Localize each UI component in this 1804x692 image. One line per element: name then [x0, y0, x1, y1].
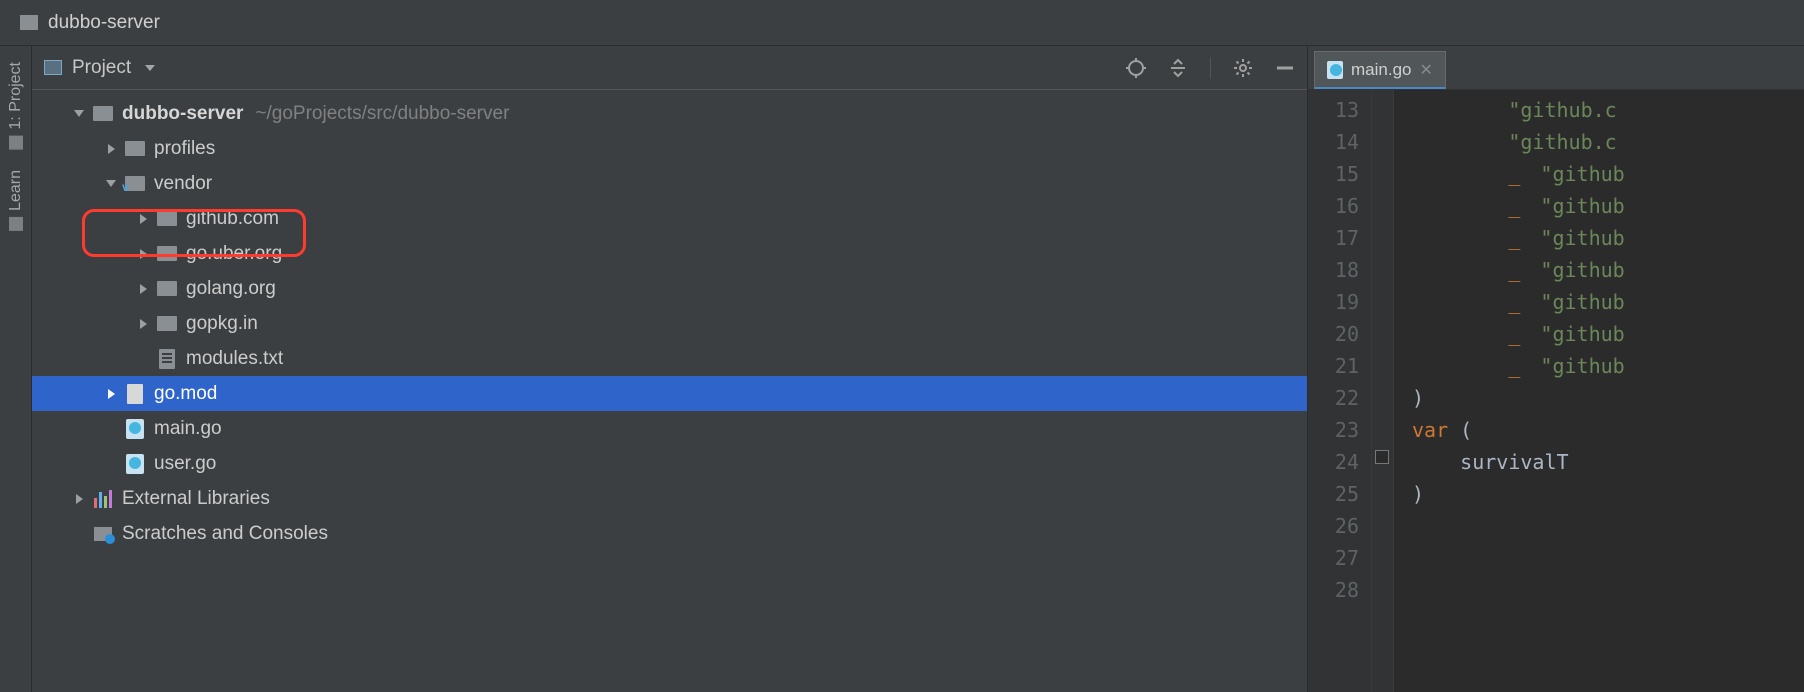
collapse-all-icon[interactable] [1168, 58, 1188, 78]
editor-tab-bar: main.go ✕ [1308, 46, 1804, 90]
project-tool-window: Project [32, 46, 1308, 692]
tree-label: golang.org [186, 278, 276, 300]
go-file-icon [126, 454, 144, 474]
tab-label: main.go [1351, 60, 1411, 80]
tree-node-scratches[interactable]: Scratches and Consoles [32, 516, 1307, 551]
go-file-icon [1327, 61, 1343, 79]
line-number-gutter[interactable]: 13141516171819202122232425262728 [1308, 90, 1372, 692]
tree-path: ~/goProjects/src/dubbo-server [255, 103, 509, 125]
folder-icon [157, 281, 177, 296]
arrow-spacer [104, 457, 118, 471]
tree-node-main-go[interactable]: main.go [32, 411, 1307, 446]
expand-arrow-icon[interactable] [104, 142, 118, 156]
scratches-icon [94, 527, 112, 541]
locate-icon[interactable] [1126, 58, 1146, 78]
go-file-icon [126, 419, 144, 439]
arrow-spacer [136, 352, 150, 366]
tree-label: Scratches and Consoles [122, 523, 328, 545]
navigation-bar[interactable]: dubbo-server [0, 0, 1804, 46]
tree-label: vendor [154, 173, 212, 195]
expand-arrow-icon[interactable] [104, 177, 118, 191]
folder-icon [157, 211, 177, 226]
editor-area: main.go ✕ 131415161718192021222324252627… [1308, 46, 1804, 692]
tree-label: profiles [154, 138, 215, 160]
editor-tab-main-go[interactable]: main.go ✕ [1314, 51, 1446, 89]
tool-window-project[interactable]: 1: Project [3, 52, 29, 160]
tree-node-user-go[interactable]: user.go [32, 446, 1307, 481]
chevron-down-icon[interactable] [145, 65, 155, 71]
tree-node-github[interactable]: github.com [32, 201, 1307, 236]
libraries-icon [94, 490, 112, 508]
close-icon[interactable]: ✕ [1419, 60, 1432, 80]
editor-body[interactable]: 13141516171819202122232425262728 "github… [1308, 90, 1804, 692]
text-file-icon [159, 349, 175, 369]
tree-node-golang[interactable]: golang.org [32, 271, 1307, 306]
folder-icon [9, 136, 23, 150]
folder-icon [93, 106, 113, 121]
learn-icon [9, 217, 23, 231]
separator [1210, 57, 1211, 79]
tree-label: go.mod [154, 383, 217, 405]
go-mod-file-icon [127, 384, 143, 404]
gear-icon[interactable] [1233, 58, 1253, 78]
expand-arrow-icon[interactable] [136, 282, 150, 296]
tree-label: External Libraries [122, 488, 270, 510]
folder-icon [157, 246, 177, 261]
expand-arrow-icon[interactable] [136, 212, 150, 226]
tool-window-label: 1: Project [7, 62, 25, 130]
tree-node-go-mod[interactable]: go.mod [32, 376, 1307, 411]
arrow-spacer [72, 527, 86, 541]
code-content[interactable]: "github.c "github.c _ "github _ "github … [1394, 90, 1804, 692]
tree-node-gopkg[interactable]: gopkg.in [32, 306, 1307, 341]
expand-arrow-icon[interactable] [72, 107, 86, 121]
tree-node-modules-txt[interactable]: modules.txt [32, 341, 1307, 376]
tool-window-learn[interactable]: Learn [3, 160, 29, 241]
tool-window-label: Learn [7, 170, 25, 211]
arrow-spacer [104, 422, 118, 436]
tree-label: go.uber.org [186, 243, 282, 265]
tree-label: dubbo-server [122, 103, 243, 125]
expand-arrow-icon[interactable] [136, 317, 150, 331]
tree-node-project-root[interactable]: dubbo-server ~/goProjects/src/dubbo-serv… [32, 96, 1307, 131]
project-panel-header: Project [32, 46, 1307, 90]
project-tree[interactable]: dubbo-server ~/goProjects/src/dubbo-serv… [32, 90, 1307, 692]
expand-arrow-icon[interactable] [72, 492, 86, 506]
tree-label: gopkg.in [186, 313, 258, 335]
tree-node-profiles[interactable]: profiles [32, 131, 1307, 166]
folder-icon [157, 316, 177, 331]
project-view-icon [44, 60, 62, 75]
tree-label: user.go [154, 453, 216, 475]
vendor-folder-icon [125, 176, 145, 191]
expand-arrow-icon[interactable] [136, 247, 150, 261]
fold-close-icon [1375, 450, 1389, 464]
project-panel-title[interactable]: Project [72, 57, 131, 79]
tree-node-external-libraries[interactable]: External Libraries [32, 481, 1307, 516]
tree-node-vendor[interactable]: vendor [32, 166, 1307, 201]
fold-gutter[interactable] [1372, 90, 1394, 692]
hide-icon[interactable] [1275, 58, 1295, 78]
left-tool-gutter: 1: Project Learn [0, 46, 32, 692]
tree-label: modules.txt [186, 348, 283, 370]
folder-icon [20, 15, 38, 30]
tree-label: main.go [154, 418, 222, 440]
breadcrumb-root[interactable]: dubbo-server [48, 12, 160, 34]
tree-node-uber[interactable]: go.uber.org [32, 236, 1307, 271]
expand-arrow-icon[interactable] [104, 387, 118, 401]
tree-label: github.com [186, 208, 279, 230]
folder-icon [125, 141, 145, 156]
